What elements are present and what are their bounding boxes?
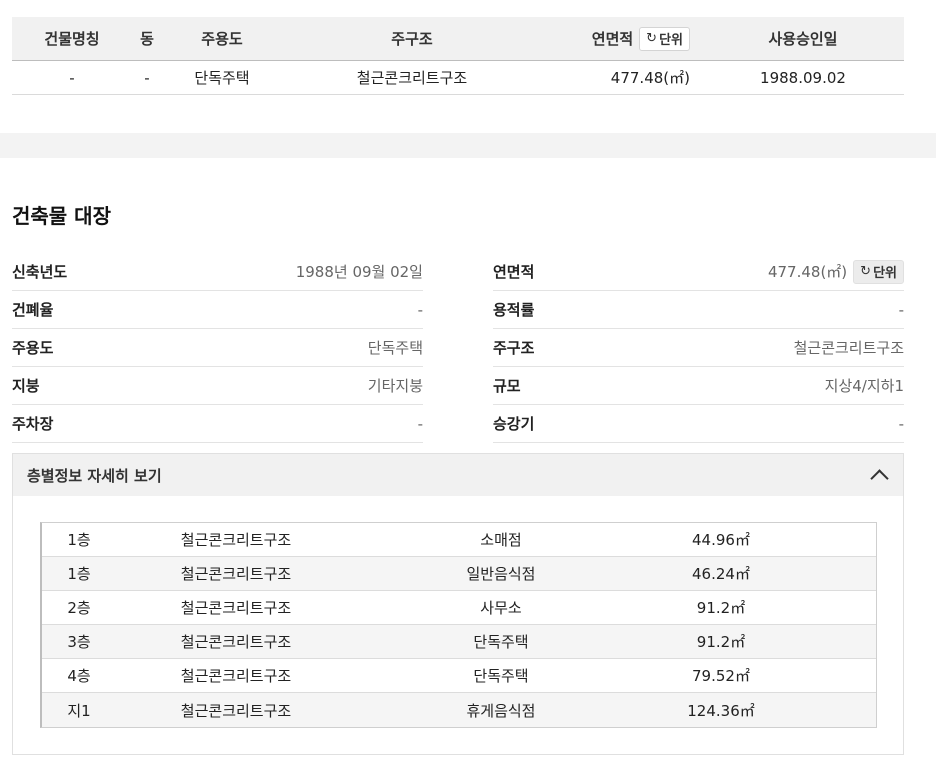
use-cell: 단독주택 bbox=[473, 667, 529, 685]
ledger-row-elevator: 승강기 - bbox=[493, 405, 904, 443]
ledger-row-roof: 지붕 기타지붕 bbox=[12, 367, 423, 405]
header-total-area-label: 연면적 bbox=[591, 30, 634, 48]
header-approval-date: 사용승인일 bbox=[768, 30, 838, 48]
ledger-value: 1988년 09월 02일 bbox=[295, 263, 423, 281]
ledger-label: 승강기 bbox=[493, 415, 535, 433]
ledger-row-scale: 규모 지상4/지하1 bbox=[493, 367, 904, 405]
ledger-left-column: 신축년도 1988년 09월 02일 건폐율 - 주용도 단독주택 지붕 기타지… bbox=[12, 253, 423, 443]
ledger-unit-toggle-button[interactable]: ↻ 단위 bbox=[853, 259, 904, 284]
ledger-row-construction-year: 신축년도 1988년 09월 02일 bbox=[12, 253, 423, 291]
unit-toggle-label: 단위 bbox=[659, 33, 683, 48]
cell-main-use: 단독주택 bbox=[194, 69, 250, 87]
structure-cell: 철근콘크리트구조 bbox=[180, 667, 292, 685]
ledger-row-main-structure: 주구조 철근콘크리트구조 bbox=[493, 329, 904, 367]
use-cell: 사무소 bbox=[480, 599, 522, 617]
area-cell: 91.2㎡ bbox=[696, 599, 746, 617]
table-row: 2층 철근콘크리트구조 사무소 91.2㎡ bbox=[42, 591, 876, 625]
ledger-row-total-area: 연면적 477.48(㎡) ↻ 단위 bbox=[493, 253, 904, 291]
floor-info-panel: 층별정보 자세히 보기 1층 철근콘크리트구조 소매점 44.96㎡ 1층 철근… bbox=[12, 453, 904, 755]
ledger-area-text: 477.48(㎡) bbox=[767, 263, 848, 281]
area-cell: 91.2㎡ bbox=[696, 633, 746, 651]
ledger-value: 지상4/지하1 bbox=[824, 377, 904, 395]
ledger-title: 건축물 대장 bbox=[12, 204, 111, 228]
ledger-label: 건폐율 bbox=[12, 301, 54, 319]
header-main-structure: 주구조 bbox=[391, 30, 433, 48]
structure-cell: 철근콘크리트구조 bbox=[180, 701, 292, 720]
floor-cell: 1층 bbox=[67, 531, 91, 549]
floor-cell: 1층 bbox=[67, 565, 91, 583]
ledger-label: 연면적 bbox=[493, 263, 535, 281]
ledger-value: 철근콘크리트구조 bbox=[793, 339, 904, 357]
use-cell: 일반음식점 bbox=[466, 565, 536, 583]
table-row: 지1 철근콘크리트구조 휴게음식점 124.36㎡ bbox=[42, 693, 876, 727]
summary-header-row: 건물명칭 동 주용도 주구조 연면적 ↻ 단위 사용승인일 bbox=[12, 17, 904, 61]
ledger-value: 기타지붕 bbox=[367, 377, 423, 395]
ledger-row-coverage-ratio: 건폐율 - bbox=[12, 291, 423, 329]
cell-total-area: 477.48(㎡) bbox=[610, 69, 690, 87]
ledger-value: - bbox=[417, 300, 423, 319]
header-building-name: 건물명칭 bbox=[44, 30, 100, 48]
ledger-row-parking: 주차장 - bbox=[12, 405, 423, 443]
structure-cell: 철근콘크리트구조 bbox=[180, 633, 292, 651]
ledger-label: 주차장 bbox=[12, 415, 54, 433]
floor-table: 1층 철근콘크리트구조 소매점 44.96㎡ 1층 철근콘크리트구조 일반음식점… bbox=[40, 522, 877, 728]
structure-cell: 철근콘크리트구조 bbox=[180, 599, 292, 617]
cell-approval-date: 1988.09.02 bbox=[760, 68, 846, 87]
header-total-area: 연면적 ↻ 단위 bbox=[542, 26, 702, 51]
ledger-row-main-use: 주용도 단독주택 bbox=[12, 329, 423, 367]
summary-data-row: - - 단독주택 철근콘크리트구조 477.48(㎡) 1988.09.02 bbox=[12, 61, 904, 95]
ledger-label: 용적률 bbox=[493, 301, 535, 319]
ledger-label: 지붕 bbox=[12, 377, 40, 395]
ledger-right-column: 연면적 477.48(㎡) ↻ 단위 용적률 - 주구조 철근콘크리트구조 규모… bbox=[493, 253, 904, 443]
ledger-row-floor-area-ratio: 용적률 - bbox=[493, 291, 904, 329]
floor-cell: 2층 bbox=[67, 599, 91, 617]
building-summary-table: 건물명칭 동 주용도 주구조 연면적 ↻ 단위 사용승인일 - - 단독주택 철… bbox=[12, 17, 904, 95]
table-row: 4층 철근콘크리트구조 단독주택 79.52㎡ bbox=[42, 659, 876, 693]
floor-cell: 지1 bbox=[67, 701, 91, 720]
structure-cell: 철근콘크리트구조 bbox=[180, 531, 292, 549]
ledger-value: - bbox=[898, 300, 904, 319]
floor-cell: 4층 bbox=[67, 667, 91, 685]
ledger-value-area: 477.48(㎡) ↻ 단위 bbox=[767, 259, 904, 284]
structure-cell: 철근콘크리트구조 bbox=[180, 565, 292, 583]
area-cell: 79.52㎡ bbox=[692, 667, 750, 685]
table-row: 1층 철근콘크리트구조 일반음식점 46.24㎡ bbox=[42, 557, 876, 591]
building-ledger: 신축년도 1988년 09월 02일 건폐율 - 주용도 단독주택 지붕 기타지… bbox=[12, 253, 904, 443]
use-cell: 소매점 bbox=[480, 531, 522, 549]
ledger-value: 단독주택 bbox=[367, 339, 423, 357]
refresh-icon: ↻ bbox=[646, 31, 658, 46]
ledger-label: 신축년도 bbox=[12, 263, 68, 281]
area-cell: 124.36㎡ bbox=[687, 701, 755, 720]
header-dong: 동 bbox=[140, 30, 154, 48]
floor-cell: 3층 bbox=[67, 633, 91, 651]
ledger-value: - bbox=[417, 414, 423, 433]
unit-toggle-label: 단위 bbox=[873, 266, 897, 281]
ledger-label: 규모 bbox=[493, 377, 521, 395]
refresh-icon: ↻ bbox=[860, 264, 872, 279]
unit-toggle-button[interactable]: ↻ 단위 bbox=[639, 26, 690, 51]
cell-dong: - bbox=[144, 68, 150, 87]
header-main-use: 주용도 bbox=[201, 30, 243, 48]
use-cell: 단독주택 bbox=[473, 633, 529, 651]
floor-info-toggle[interactable]: 층별정보 자세히 보기 bbox=[13, 454, 903, 496]
table-row: 1층 철근콘크리트구조 소매점 44.96㎡ bbox=[42, 523, 876, 557]
chevron-up-icon[interactable] bbox=[869, 465, 889, 485]
cell-building-name: - bbox=[69, 68, 75, 87]
floor-info-toggle-label: 층별정보 자세히 보기 bbox=[27, 466, 162, 485]
use-cell: 휴게음식점 bbox=[466, 701, 536, 720]
ledger-label: 주용도 bbox=[12, 339, 54, 357]
ledger-label: 주구조 bbox=[493, 339, 535, 357]
ledger-value: - bbox=[898, 414, 904, 433]
area-cell: 44.96㎡ bbox=[692, 531, 750, 549]
cell-main-structure: 철근콘크리트구조 bbox=[356, 69, 468, 87]
table-row: 3층 철근콘크리트구조 단독주택 91.2㎡ bbox=[42, 625, 876, 659]
area-cell: 46.24㎡ bbox=[692, 565, 750, 583]
section-divider bbox=[0, 133, 936, 158]
